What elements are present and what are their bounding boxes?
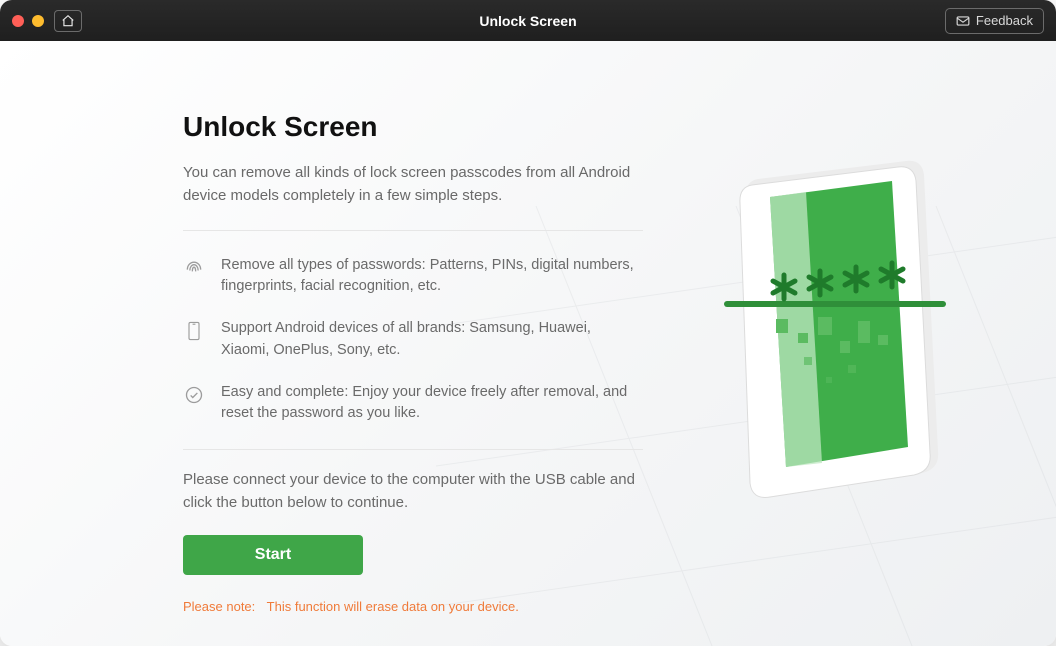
feedback-button[interactable]: Feedback [945,8,1044,34]
feature-text: Support Android devices of all brands: S… [221,318,643,362]
check-circle-icon [183,384,205,406]
page-heading: Unlock Screen [183,111,1056,143]
home-button[interactable] [54,10,82,32]
start-button[interactable]: Start [183,535,363,575]
instruction-text: Please connect your device to the comput… [183,468,643,515]
content-area: Unlock Screen You can remove all kinds o… [0,41,1056,646]
window-title: Unlock Screen [479,13,576,29]
feature-list: Remove all types of passwords: Patterns,… [183,231,643,450]
divider-bottom [183,449,643,450]
feature-text: Remove all types of passwords: Patterns,… [221,255,643,299]
feedback-label: Feedback [976,13,1033,28]
minimize-window-button[interactable] [32,15,44,27]
feature-item: Remove all types of passwords: Patterns,… [183,245,643,309]
feature-text: Easy and complete: Enjoy your device fre… [221,382,643,426]
note-label: Please note: [183,599,255,614]
close-window-button[interactable] [12,15,24,27]
titlebar: Unlock Screen Feedback [0,0,1056,41]
warning-note: Please note: This function will erase da… [183,599,1056,614]
home-icon [61,14,75,28]
page-subtitle: You can remove all kinds of lock screen … [183,161,643,208]
fingerprint-icon [183,257,205,279]
app-window: Unlock Screen Feedback Unlock Screen Yo [0,0,1056,646]
window-controls [12,15,44,27]
feature-item: Easy and complete: Enjoy your device fre… [183,372,643,436]
note-text: This function will erase data on your de… [267,599,519,614]
phone-icon [183,320,205,342]
mail-icon [956,15,970,27]
feature-item: Support Android devices of all brands: S… [183,308,643,372]
